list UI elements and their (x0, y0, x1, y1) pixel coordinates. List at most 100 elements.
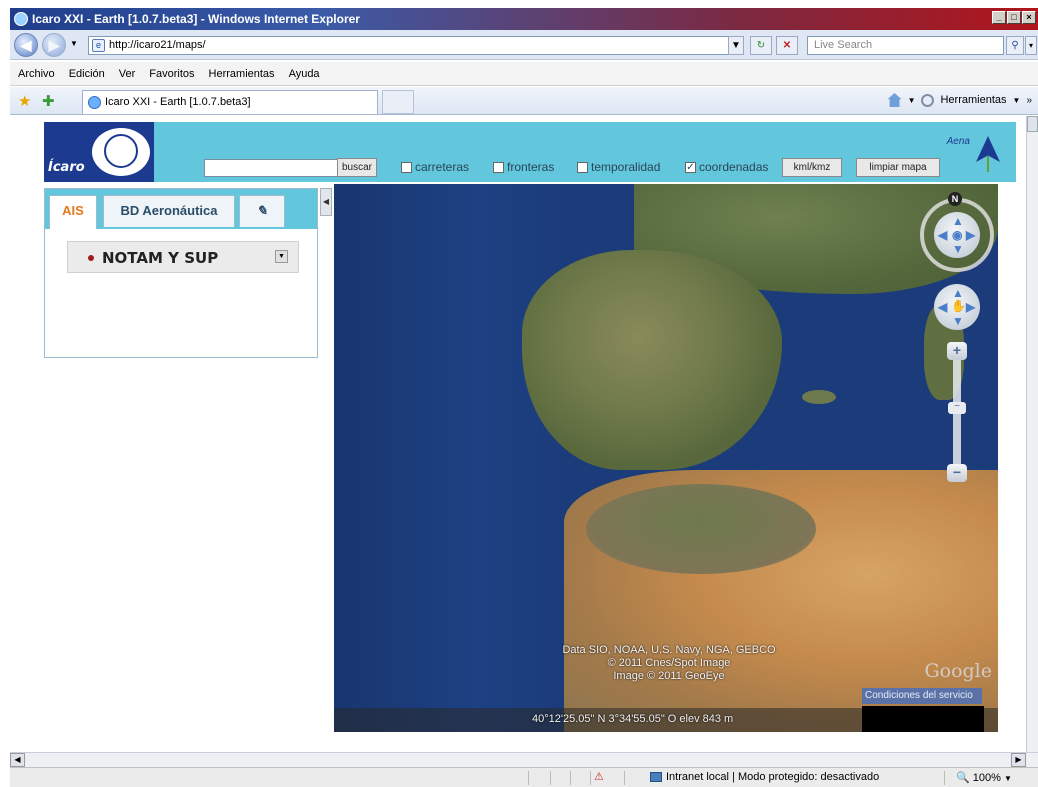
checkbox-box[interactable] (493, 161, 504, 173)
tab-ais[interactable]: AIS (49, 195, 97, 229)
back-button[interactable]: ◀ (14, 33, 38, 57)
zoom-slider-track[interactable] (953, 354, 961, 474)
ie-icon (14, 12, 28, 26)
look-control[interactable]: ▲ ◀ ◉ ▶ ▼ (934, 212, 980, 258)
clear-map-button[interactable]: limpiar mapa (856, 158, 940, 177)
look-down-icon[interactable]: ▼ (952, 242, 964, 256)
zoom-slider-thumb[interactable]: − (948, 402, 966, 414)
menu-edicion[interactable]: Edición (69, 68, 105, 80)
credit-line: Data SIO, NOAA, U.S. Navy, NGA, GEBCO (562, 644, 776, 656)
stop-icon[interactable]: ✕ (776, 36, 798, 55)
menu-archivo[interactable]: Archivo (18, 68, 55, 80)
bird-icon (104, 134, 138, 168)
minimize-button[interactable]: _ (992, 11, 1006, 24)
popup-blocker-icon[interactable]: ⚠ (594, 770, 604, 783)
move-up-icon[interactable]: ▲ (952, 286, 964, 300)
checkbox-fronteras[interactable]: fronteras (493, 160, 554, 174)
redacted-area (862, 706, 984, 732)
checkbox-box[interactable] (401, 161, 412, 173)
icaro-logo: Ícaro (44, 122, 154, 182)
forward-button[interactable]: ▶ (42, 33, 66, 57)
tab-bar: ★ ✚ Icaro XXI - Earth [1.0.7.beta3] ▼ He… (10, 87, 1038, 115)
chevron-down-icon[interactable]: ▼ (275, 250, 288, 263)
url-field[interactable]: e http://icaro21/maps/ (88, 36, 744, 55)
tab-bd-aeronautica[interactable]: BD Aeronáutica (103, 195, 235, 227)
home-icon[interactable] (887, 93, 902, 107)
url-dropdown-icon[interactable]: ▼ (728, 36, 744, 55)
history-dropdown-icon[interactable]: ▼ (70, 39, 78, 48)
earth-map[interactable]: Data SIO, NOAA, U.S. Navy, NGA, GEBCO © … (334, 184, 998, 732)
refresh-icon[interactable]: ↻ (750, 36, 772, 55)
move-right-icon[interactable]: ▶ (966, 300, 975, 314)
chevron-more-icon[interactable]: » (1026, 95, 1032, 106)
new-tab-button[interactable] (382, 90, 414, 114)
checkbox-coordenadas[interactable]: ✓ coordenadas (685, 160, 768, 174)
window-controls: _ □ × (992, 11, 1036, 24)
buscar-button[interactable]: buscar (337, 158, 377, 177)
status-divider (570, 771, 571, 785)
tab-draw-icon[interactable]: ✎ (239, 195, 285, 227)
move-left-icon[interactable]: ◀ (938, 300, 947, 314)
close-window-button[interactable]: × (1022, 11, 1036, 24)
zoom-in-button[interactable]: + (947, 342, 967, 360)
look-left-icon[interactable]: ◀ (938, 228, 947, 242)
land-atlas (586, 484, 816, 574)
add-favorite-icon[interactable]: ✚ (42, 92, 55, 110)
checkbox-carreteras[interactable]: carreteras (401, 160, 469, 174)
menu-favoritos[interactable]: Favoritos (149, 68, 194, 80)
browser-tab[interactable]: Icaro XXI - Earth [1.0.7.beta3] (82, 90, 378, 114)
window-titlebar: Icaro XXI - Earth [1.0.7.beta3] - Window… (10, 8, 1038, 30)
gear-icon[interactable] (921, 93, 935, 107)
terms-link[interactable]: Condiciones del servicio (862, 688, 982, 704)
tools-dropdown-icon[interactable]: ▼ (1013, 96, 1021, 105)
scroll-up-arrow[interactable] (1027, 116, 1038, 132)
look-right-icon[interactable]: ▶ (966, 228, 975, 242)
checkbox-box[interactable] (577, 161, 588, 173)
credit-line: Image © 2011 GeoEye (613, 670, 725, 682)
menu-bar: Archivo Edición Ver Favoritos Herramient… (10, 62, 1038, 86)
maximize-button[interactable]: □ (1007, 11, 1021, 24)
vertical-scrollbar[interactable] (1026, 116, 1038, 752)
zoom-dropdown-icon[interactable]: ▼ (1004, 774, 1012, 783)
notam-label: NOTAM Y SUP (102, 249, 219, 267)
aena-logo-stem (987, 156, 989, 172)
zoom-text: 100% (972, 772, 1001, 784)
favorites-star-icon[interactable]: ★ (18, 92, 31, 110)
hand-icon: ✋ (951, 299, 966, 313)
menu-herramientas[interactable]: Herramientas (209, 68, 275, 80)
status-divider (944, 771, 945, 785)
status-divider (624, 771, 625, 785)
menu-ver[interactable]: Ver (119, 68, 136, 80)
menu-ayuda[interactable]: Ayuda (289, 68, 320, 80)
google-logo: Google (924, 660, 992, 682)
checkbox-label: fronteras (507, 160, 555, 174)
command-bar: ▼ Herramientas ▼ » (887, 93, 1032, 107)
notam-item[interactable]: NOTAM Y SUP ▼ (67, 241, 299, 273)
zoom-out-button[interactable]: − (947, 464, 967, 482)
tools-menu-label[interactable]: Herramientas (940, 94, 1006, 106)
horizontal-scrollbar[interactable]: ◀ ▶ (10, 752, 1038, 767)
checkbox-label: carreteras (415, 160, 470, 174)
security-zone[interactable]: Intranet local | Modo protegido: desacti… (650, 771, 879, 783)
checkbox-box-checked[interactable]: ✓ (685, 161, 696, 173)
scroll-left-arrow[interactable]: ◀ (10, 753, 25, 767)
live-search-input[interactable]: Live Search (807, 36, 1004, 55)
checkbox-temporalidad[interactable]: temporalidad (577, 160, 660, 174)
zoom-icon: 🔍 (956, 772, 970, 784)
bullet-icon (88, 255, 94, 261)
north-indicator[interactable]: N (948, 192, 962, 206)
zoom-level[interactable]: 🔍 100% ▼ (956, 771, 1012, 784)
look-up-icon[interactable]: ▲ (952, 214, 964, 228)
move-control[interactable]: ▲ ◀ ✋ ▶ ▼ (934, 284, 980, 330)
kml-button[interactable]: kml/kmz (782, 158, 842, 177)
address-toolbar: ◀ ▶ ▼ e http://icaro21/maps/ ▼ ↻ ✕ Live … (10, 30, 1038, 60)
scroll-right-arrow[interactable]: ▶ (1011, 753, 1026, 767)
move-down-icon[interactable]: ▼ (952, 314, 964, 328)
search-icon[interactable]: ⚲ (1006, 36, 1024, 55)
search-options-icon[interactable]: ▾ (1025, 36, 1037, 55)
land-iberia (522, 250, 782, 470)
home-dropdown-icon[interactable]: ▼ (908, 96, 916, 105)
status-divider (590, 771, 591, 785)
panel-collapse-button[interactable]: ◀ (320, 188, 332, 216)
left-panel: AIS BD Aeronáutica ✎ NOTAM Y SUP ▼ (44, 188, 318, 358)
